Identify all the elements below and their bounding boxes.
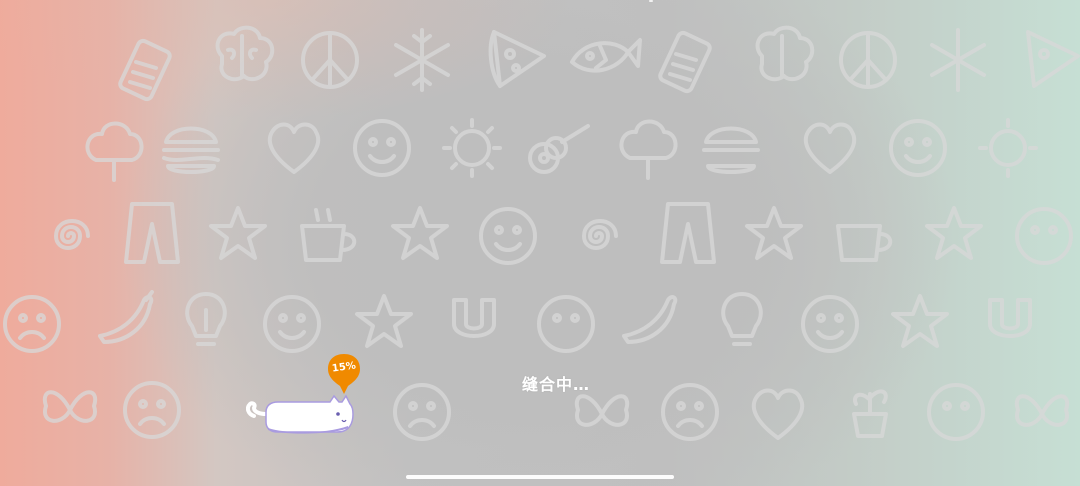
smiley-icon bbox=[479, 207, 537, 265]
cup-icon bbox=[836, 224, 893, 262]
smiley-icon bbox=[1015, 207, 1073, 265]
magnet-icon bbox=[452, 298, 496, 338]
loading-status-text: 缝合中… bbox=[522, 375, 591, 394]
star-icon bbox=[391, 206, 449, 260]
smiley-icon bbox=[263, 295, 321, 353]
smiley-icon bbox=[801, 295, 859, 353]
status-dot bbox=[649, 0, 653, 2]
heart-icon bbox=[803, 122, 857, 174]
tree-icon bbox=[619, 119, 678, 180]
chili-icon bbox=[622, 295, 678, 344]
sad-face-icon bbox=[3, 295, 61, 353]
cup-icon bbox=[300, 208, 357, 262]
snowflake-icon bbox=[930, 28, 986, 92]
fish-icon bbox=[570, 38, 642, 73]
long-cat-icon bbox=[246, 394, 354, 434]
sad-face-icon bbox=[537, 295, 595, 353]
pizza-icon bbox=[488, 30, 546, 88]
sun-icon bbox=[442, 118, 502, 178]
pants-icon bbox=[124, 202, 180, 264]
heart-icon bbox=[267, 122, 321, 174]
smiley-icon bbox=[889, 119, 947, 177]
spiral-icon bbox=[582, 219, 618, 250]
tree-icon bbox=[85, 121, 144, 182]
star-icon bbox=[891, 294, 949, 348]
burger-icon bbox=[162, 126, 220, 174]
lightbulb-icon bbox=[721, 292, 763, 346]
spiral-icon bbox=[54, 219, 90, 250]
sad-face-icon bbox=[927, 383, 985, 441]
star-icon bbox=[925, 206, 983, 260]
magnet-icon bbox=[988, 298, 1032, 338]
star-icon bbox=[745, 206, 803, 260]
snowflake-icon bbox=[394, 28, 450, 92]
pizza-icon bbox=[1026, 30, 1080, 88]
smiley-icon bbox=[353, 119, 411, 177]
guitar-icon bbox=[528, 124, 590, 174]
butterfly-icon bbox=[1014, 394, 1070, 427]
loading-progress-indicator: 15% bbox=[246, 352, 366, 444]
butterfly-icon bbox=[574, 394, 630, 427]
brain-icon bbox=[215, 25, 275, 82]
sad-face-icon bbox=[123, 381, 181, 439]
home-indicator-bar[interactable] bbox=[406, 475, 674, 479]
sad-face-icon bbox=[661, 383, 719, 441]
sad-face-icon bbox=[393, 383, 451, 441]
peace-icon bbox=[301, 31, 359, 89]
star-icon bbox=[355, 294, 413, 348]
potted-plant-icon bbox=[852, 389, 888, 438]
chili-icon bbox=[98, 290, 154, 344]
lightbulb-icon bbox=[185, 292, 227, 346]
battery-icon bbox=[118, 38, 172, 102]
doodle-pattern-background bbox=[3, 25, 1080, 441]
burger-icon bbox=[702, 126, 760, 174]
game-loading-screen: 15% 缝合中… bbox=[0, 0, 1080, 486]
butterfly-icon bbox=[42, 390, 98, 423]
battery-icon bbox=[658, 30, 712, 94]
star-icon bbox=[209, 206, 267, 260]
peace-icon bbox=[839, 31, 897, 89]
brain-icon bbox=[755, 25, 815, 82]
heart-icon bbox=[751, 388, 805, 440]
pants-icon bbox=[660, 202, 716, 264]
sun-icon bbox=[978, 118, 1038, 178]
